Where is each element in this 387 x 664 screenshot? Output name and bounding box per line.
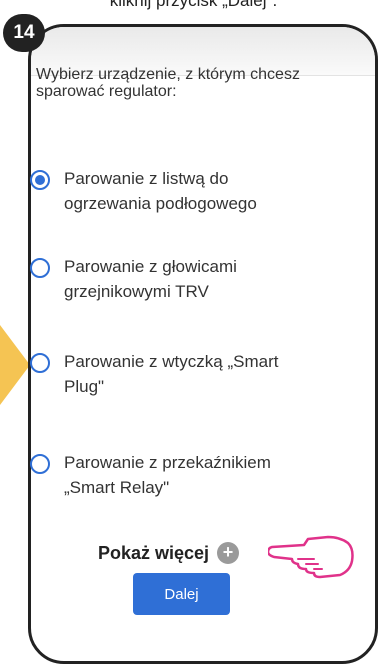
show-more-label: Pokaż więcej bbox=[98, 542, 210, 563]
option-label: Parowanie z głowicami grzejnikowymi TRV bbox=[64, 257, 237, 301]
plus-icon[interactable]: + bbox=[217, 542, 240, 564]
option-label: Parowanie z listwą do ogrzewania podłogo… bbox=[64, 169, 257, 213]
option-trv-heads[interactable]: Parowanie z głowicami grzejnikowymi TRV bbox=[30, 256, 330, 304]
instruction-caption: kliknij przycisk „Dalej". bbox=[109, 0, 278, 10]
radio-icon[interactable] bbox=[30, 454, 50, 474]
prompt-text: Wybierz urządzenie, z którym chcesz spar… bbox=[36, 66, 300, 100]
option-floor-heating-strip[interactable]: Parowanie z listwą do ogrzewania podłogo… bbox=[30, 168, 330, 216]
next-button[interactable]: Dalej bbox=[133, 573, 230, 615]
radio-icon[interactable] bbox=[30, 353, 50, 373]
option-label: Parowanie z przekaźnikiem „Smart Relay" bbox=[64, 453, 271, 497]
option-smart-plug[interactable]: Parowanie z wtyczką „Smart Plug" bbox=[30, 351, 330, 399]
pointing-hand-icon bbox=[268, 535, 354, 579]
option-label: Parowanie z wtyczką „Smart Plug" bbox=[64, 352, 279, 396]
radio-selected-icon[interactable] bbox=[30, 170, 50, 190]
yellow-arrow-icon bbox=[0, 325, 30, 405]
option-smart-relay[interactable]: Parowanie z przekaźnikiem „Smart Relay" bbox=[30, 452, 330, 500]
radio-icon[interactable] bbox=[30, 258, 50, 278]
step-number-badge: 14 bbox=[3, 14, 45, 52]
show-more-button[interactable]: Pokaż więcej + bbox=[98, 542, 240, 564]
